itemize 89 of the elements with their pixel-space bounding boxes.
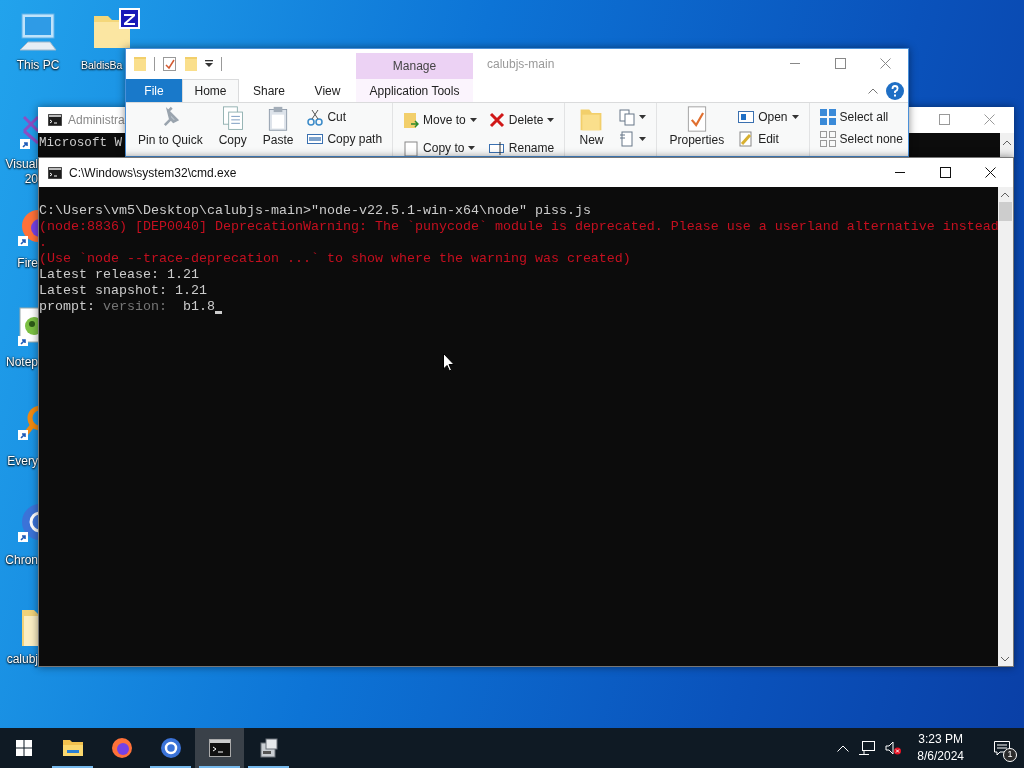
firefox-icon xyxy=(110,737,133,759)
notification-badge: 1 xyxy=(1003,748,1017,762)
ribbon-button[interactable] xyxy=(617,128,649,150)
ribbon-button[interactable] xyxy=(617,106,649,128)
console-text: (Use `node --trace-deprecation ...` to show where the warning was created) xyxy=(39,251,632,267)
maximize-icon xyxy=(835,58,846,69)
edit-icon xyxy=(738,130,755,148)
icon-label: Notep xyxy=(4,355,38,370)
chevron-up-icon[interactable] xyxy=(837,744,850,752)
copy-icon xyxy=(619,108,636,126)
folder-icon xyxy=(134,57,146,71)
ribbon-button[interactable]: Rename xyxy=(486,134,557,156)
ribbon-button[interactable]: Cut xyxy=(305,106,385,128)
volume-muted-icon[interactable] xyxy=(885,741,902,755)
console-text: Latest snapshot: 1.21 xyxy=(39,283,208,299)
console-text: Microsoft W xyxy=(39,135,123,151)
ribbon-button[interactable]: New xyxy=(573,106,610,147)
ribbon-button[interactable]: Properties xyxy=(665,106,729,147)
ribbon-button[interactable]: Delete xyxy=(486,106,557,134)
help-icon[interactable] xyxy=(886,81,904,100)
window-title: Administra xyxy=(68,112,125,129)
dropdown-icon[interactable] xyxy=(205,60,213,68)
ribbon-button[interactable]: Paste xyxy=(258,106,298,147)
scroll-down-icon xyxy=(1001,657,1009,662)
console-icon xyxy=(208,737,231,759)
properties-icon[interactable] xyxy=(163,57,177,71)
ribbon-button[interactable]: Edit xyxy=(736,128,801,150)
folder-icon xyxy=(61,737,84,759)
close-icon xyxy=(985,167,996,178)
close-icon xyxy=(984,113,995,125)
window-icon xyxy=(738,108,755,126)
icon-label: Every xyxy=(6,454,38,469)
ribbon-button[interactable]: Copy path xyxy=(305,128,385,150)
console-icon xyxy=(48,114,62,126)
delete-icon xyxy=(488,111,505,129)
close-icon xyxy=(880,58,891,69)
icon-label: calubj xyxy=(5,652,38,667)
pointer-icon xyxy=(443,353,455,372)
console-text: b1.8 xyxy=(183,299,215,315)
separator-icon xyxy=(221,57,222,71)
icon-label: Chron xyxy=(4,553,38,568)
network-icon[interactable] xyxy=(859,741,876,755)
scroll-thumb[interactable] xyxy=(999,202,1012,221)
desktop-icon[interactable] xyxy=(92,6,142,50)
ribbon-tab[interactable]: Home xyxy=(182,79,239,102)
notification-button[interactable]: 1 xyxy=(980,728,1024,768)
document-icon xyxy=(619,130,636,148)
move-icon xyxy=(403,111,420,129)
windows-icon xyxy=(16,740,32,756)
text-cursor xyxy=(215,311,222,314)
ribbon-button[interactable]: Open xyxy=(736,106,801,128)
separator-icon xyxy=(154,57,155,71)
ribbon-button[interactable]: Select all xyxy=(817,106,905,128)
console-text: . xyxy=(39,235,48,251)
grid-icon xyxy=(819,130,836,148)
grid-icon xyxy=(819,108,836,126)
console-text: (node:8836) [DEP0040] DeprecationWarning: The `punycode` module is deprecated. Please use a userland alternative instead xyxy=(39,219,998,235)
icon-label: Visual 20 xyxy=(4,157,38,187)
icon-label: Fire xyxy=(16,256,38,271)
clock[interactable]: 3:23 PM 8/6/2024 xyxy=(911,731,970,765)
maximize-icon xyxy=(940,167,951,178)
ribbon-tab[interactable]: View xyxy=(299,79,356,102)
ribbon-tab[interactable]: File xyxy=(126,79,182,102)
ribbon-button[interactable]: Copy to xyxy=(401,134,479,156)
scroll-up-icon xyxy=(1003,140,1011,146)
taskbar-app[interactable] xyxy=(195,728,244,768)
ribbon-button[interactable]: Pin to Quick xyxy=(134,106,207,147)
scroll-up-icon xyxy=(1001,192,1009,197)
installer-icon xyxy=(257,737,280,759)
icon-label: BaldisBa xyxy=(81,58,124,73)
icon-label: This PC xyxy=(15,58,61,73)
ribbon-tab[interactable]: Share xyxy=(239,79,299,102)
console-text: prompt: xyxy=(39,299,95,315)
ribbon-button[interactable]: Select none xyxy=(817,128,905,150)
collapse-icon[interactable] xyxy=(868,87,878,94)
maximize-icon xyxy=(939,113,950,125)
window-title: C:\Windows\system32\cmd.exe xyxy=(69,164,237,182)
window-title: calubjs-main xyxy=(487,56,555,73)
ribbon-button[interactable]: Copy xyxy=(214,106,251,147)
console-text: Latest release: 1.21 xyxy=(39,267,200,283)
notification-icon xyxy=(994,741,1010,757)
scissors-icon xyxy=(307,108,324,126)
console-icon xyxy=(48,166,62,179)
console-text: C:\Users\vm5\Desktop\calubjs-main>"node-v22.5.1-win-x64\node" piss.js xyxy=(39,203,592,219)
prompt-hint: version: xyxy=(103,299,167,315)
context-tab-header: Manage xyxy=(356,53,473,79)
ribbon-tab[interactable]: Application Tools xyxy=(356,79,473,102)
ribbon-button[interactable]: Move to xyxy=(401,106,479,134)
chrome-icon xyxy=(159,737,182,759)
